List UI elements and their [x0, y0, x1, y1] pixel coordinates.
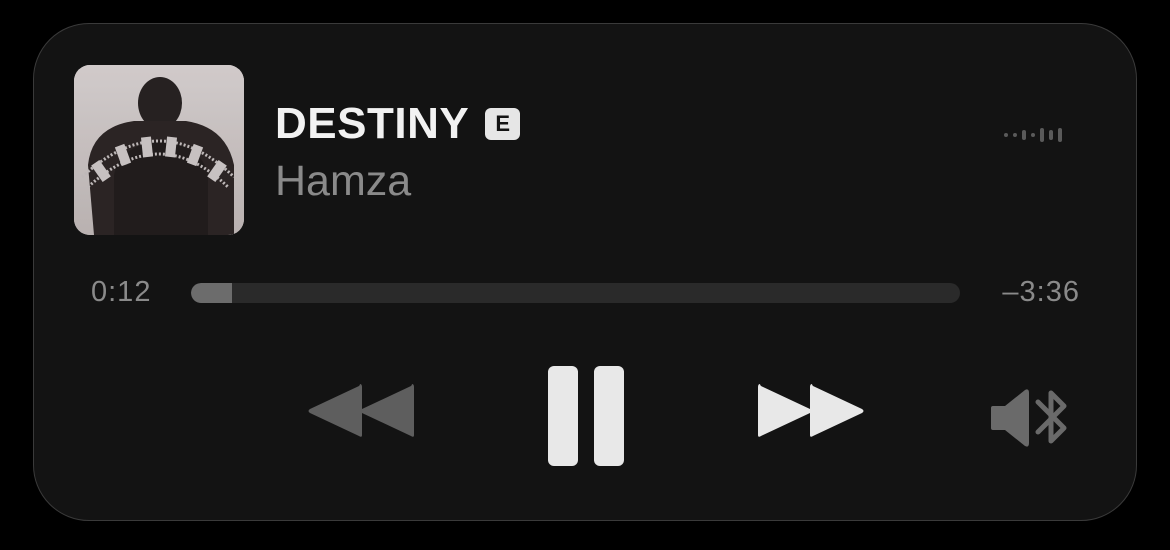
progress-fill: [191, 283, 232, 303]
explicit-badge: E: [485, 108, 521, 140]
pause-button[interactable]: [546, 364, 626, 468]
speaker-bluetooth-icon: [991, 389, 1067, 447]
rewind-button[interactable]: [306, 380, 414, 442]
backward-icon: [308, 384, 414, 437]
forward-button[interactable]: [758, 380, 866, 442]
track-title[interactable]: DESTINY: [275, 96, 469, 152]
title-row: DESTINY E: [275, 96, 521, 152]
audio-output-button[interactable]: [991, 386, 1081, 450]
album-artwork-image: [74, 65, 244, 235]
artist-name[interactable]: Hamza: [275, 154, 411, 208]
forward-icon: [758, 384, 864, 437]
now-playing-widget: DESTINY E Hamza 0:12 –3:36: [33, 23, 1137, 521]
progress-slider[interactable]: [191, 283, 960, 303]
album-artwork[interactable]: [74, 65, 244, 235]
pause-icon: [548, 366, 624, 466]
audio-waveform-icon: [1004, 124, 1066, 151]
elapsed-time: 0:12: [91, 276, 152, 308]
remaining-time: –3:36: [1002, 276, 1080, 308]
